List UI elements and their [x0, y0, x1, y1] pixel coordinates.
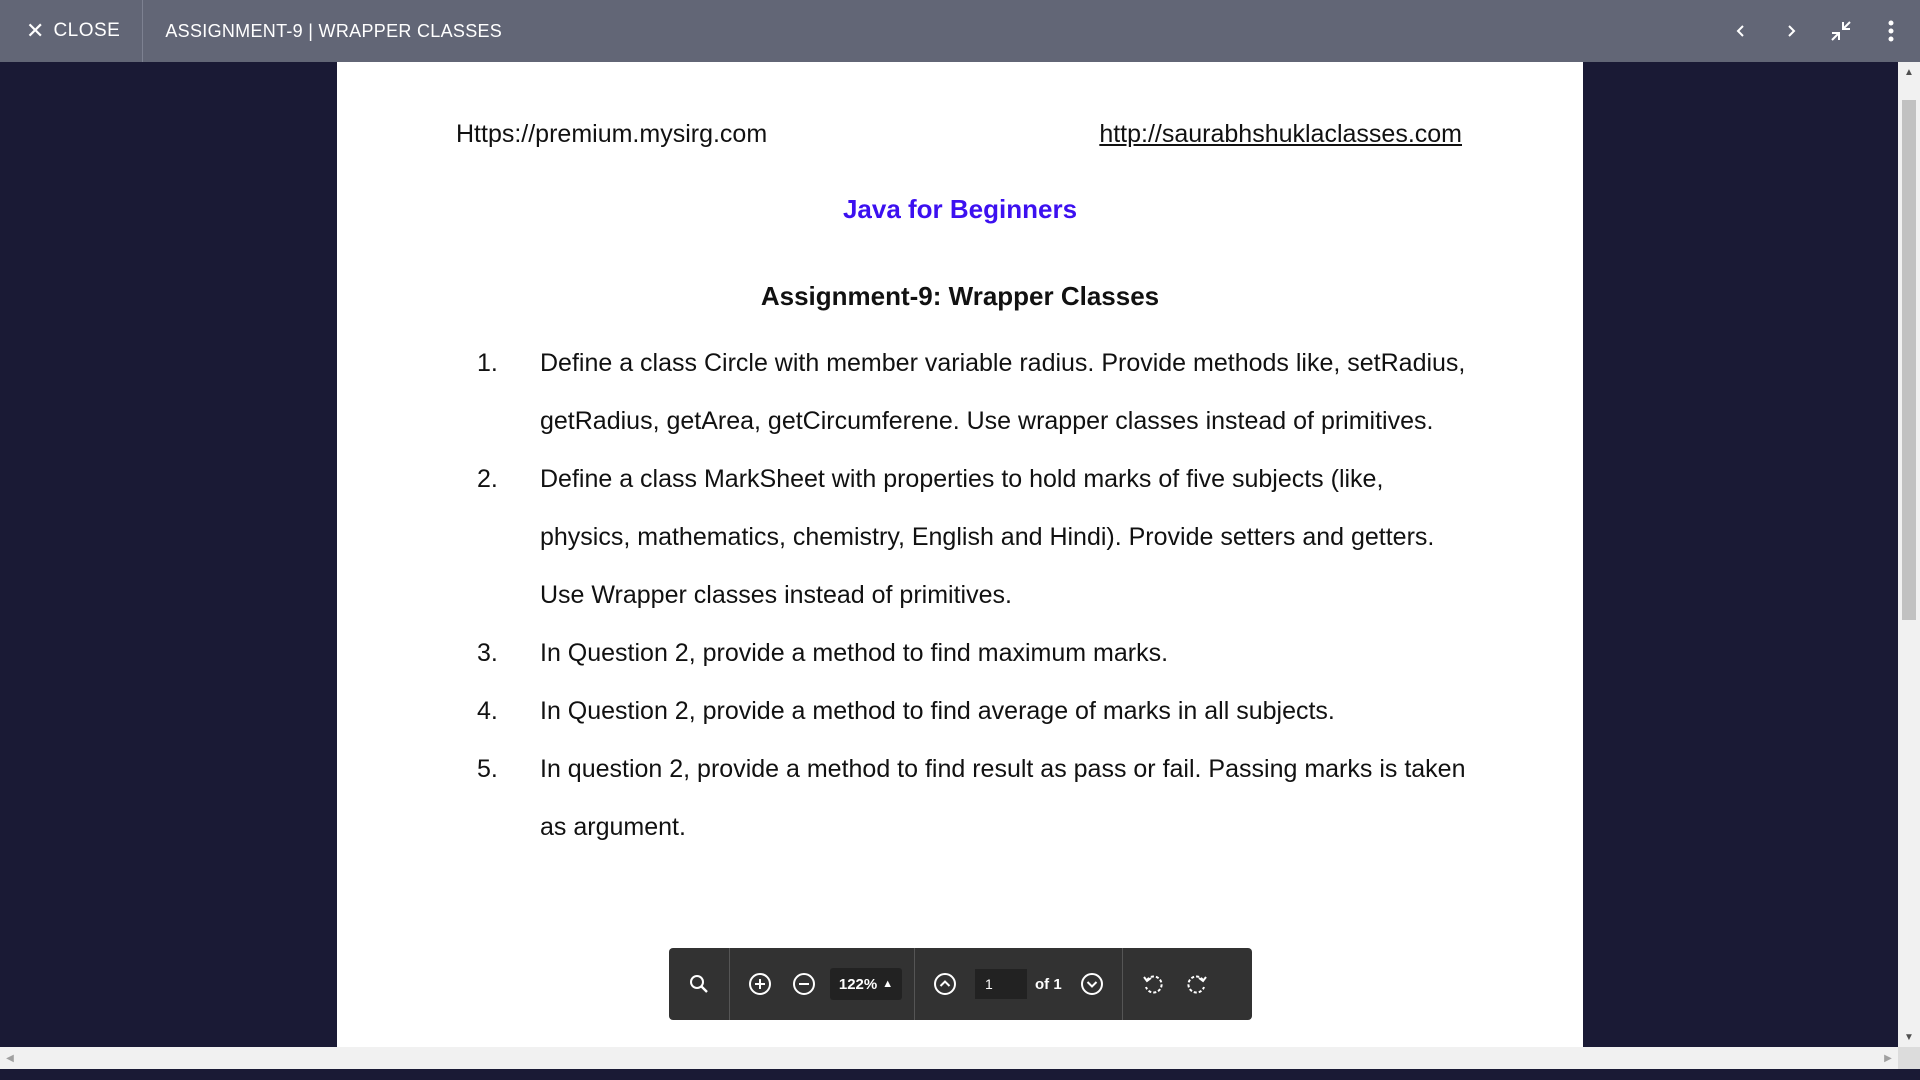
- rotate-right-icon[interactable]: [1175, 962, 1219, 1006]
- question-text: Define a class MarkSheet with properties…: [540, 450, 1477, 624]
- chevron-right-icon[interactable]: [1770, 10, 1812, 52]
- document-title: ASSIGNMENT-9 | WRAPPER CLASSES: [165, 20, 503, 41]
- question-line: physics, mathematics, chemistry, English…: [540, 523, 1435, 551]
- chevron-up-icon: ▲: [882, 978, 894, 990]
- list-item: 1. Define a class Circle with member var…: [477, 334, 1477, 450]
- question-text: In Question 2, provide a method to find …: [540, 682, 1477, 740]
- question-text: In question 2, provide a method to find …: [540, 740, 1477, 856]
- header-actions: [1712, 0, 1920, 62]
- header-right-link[interactable]: http://saurabhshuklaclasses.com: [1099, 120, 1462, 149]
- previous-page-icon[interactable]: [923, 962, 967, 1006]
- subject-title: Java for Beginners: [842, 194, 1078, 224]
- question-number: 2.: [477, 465, 498, 493]
- more-vert-icon[interactable]: [1870, 10, 1912, 52]
- list-item: 4. In Question 2, provide a method to fi…: [477, 682, 1477, 740]
- page-number-input[interactable]: [975, 969, 1027, 999]
- page-count: of 1: [1035, 975, 1062, 993]
- zoom-select[interactable]: 122% ▲: [830, 968, 902, 1000]
- assignment-heading: Assignment-9: Wrapper Classes: [760, 281, 1160, 311]
- chevron-left-icon[interactable]: [1720, 10, 1762, 52]
- list-item: 5. In question 2, provide a method to fi…: [477, 740, 1477, 856]
- question-number: 3.: [477, 639, 498, 667]
- question-line: Use Wrapper classes instead of primitive…: [540, 581, 1012, 609]
- viewer-toolbar: 122% ▲ of 1: [669, 948, 1252, 1020]
- question-list: 1. Define a class Circle with member var…: [477, 334, 1477, 856]
- viewer-header: ✕ CLOSE ASSIGNMENT-9 | WRAPPER CLASSES: [0, 0, 1920, 62]
- scroll-left-icon[interactable]: ◀: [0, 1047, 20, 1069]
- question-text: Define a class Circle with member variab…: [540, 334, 1477, 450]
- horizontal-scrollbar[interactable]: ◀ ▶: [0, 1047, 1898, 1069]
- search-icon[interactable]: [677, 962, 721, 1006]
- close-button[interactable]: ✕ CLOSE: [0, 0, 144, 62]
- scroll-up-icon[interactable]: ▲: [1898, 62, 1920, 82]
- page-nav-group: of 1: [915, 948, 1123, 1020]
- question-line: as argument.: [540, 813, 686, 841]
- list-item: 3. In Question 2, provide a method to fi…: [477, 624, 1477, 682]
- question-number: 4.: [477, 697, 498, 725]
- question-line: Define a class Circle with member variab…: [540, 349, 1466, 377]
- next-page-icon[interactable]: [1070, 962, 1114, 1006]
- rotate-left-icon[interactable]: [1131, 962, 1175, 1006]
- bottom-strip: [0, 1069, 1920, 1080]
- exit-fullscreen-icon[interactable]: [1820, 10, 1862, 52]
- zoom-in-icon[interactable]: [738, 962, 782, 1006]
- header-left-url: Https://premium.mysirg.com: [456, 120, 768, 148]
- question-text: In Question 2, provide a method to find …: [540, 624, 1477, 682]
- document-page: Https://premium.mysirg.com http://saurab…: [337, 62, 1583, 1047]
- zoom-group: 122% ▲: [730, 948, 915, 1020]
- question-number: 5.: [477, 755, 498, 783]
- scrollbar-corner: [1898, 1047, 1920, 1069]
- question-line: getRadius, getArea, getCircumferene. Use…: [540, 407, 1434, 435]
- zoom-value: 122%: [838, 975, 878, 993]
- rotate-group: [1123, 948, 1227, 1020]
- list-item: 2. Define a class MarkSheet with propert…: [477, 450, 1477, 624]
- scroll-right-icon[interactable]: ▶: [1878, 1047, 1898, 1069]
- question-line: In question 2, provide a method to find …: [540, 755, 1466, 783]
- vertical-scrollbar[interactable]: ▲ ▼: [1898, 62, 1920, 1047]
- question-number: 1.: [477, 349, 498, 377]
- question-line: Define a class MarkSheet with properties…: [540, 465, 1384, 493]
- scroll-down-icon[interactable]: ▼: [1898, 1027, 1920, 1047]
- close-icon: ✕: [26, 18, 45, 43]
- search-group: [669, 948, 730, 1020]
- zoom-out-icon[interactable]: [782, 962, 826, 1006]
- close-label: CLOSE: [53, 20, 121, 41]
- scrollbar-thumb[interactable]: [1902, 100, 1916, 620]
- question-line: In Question 2, provide a method to find …: [540, 639, 1169, 667]
- question-line: In Question 2, provide a method to find …: [540, 697, 1335, 725]
